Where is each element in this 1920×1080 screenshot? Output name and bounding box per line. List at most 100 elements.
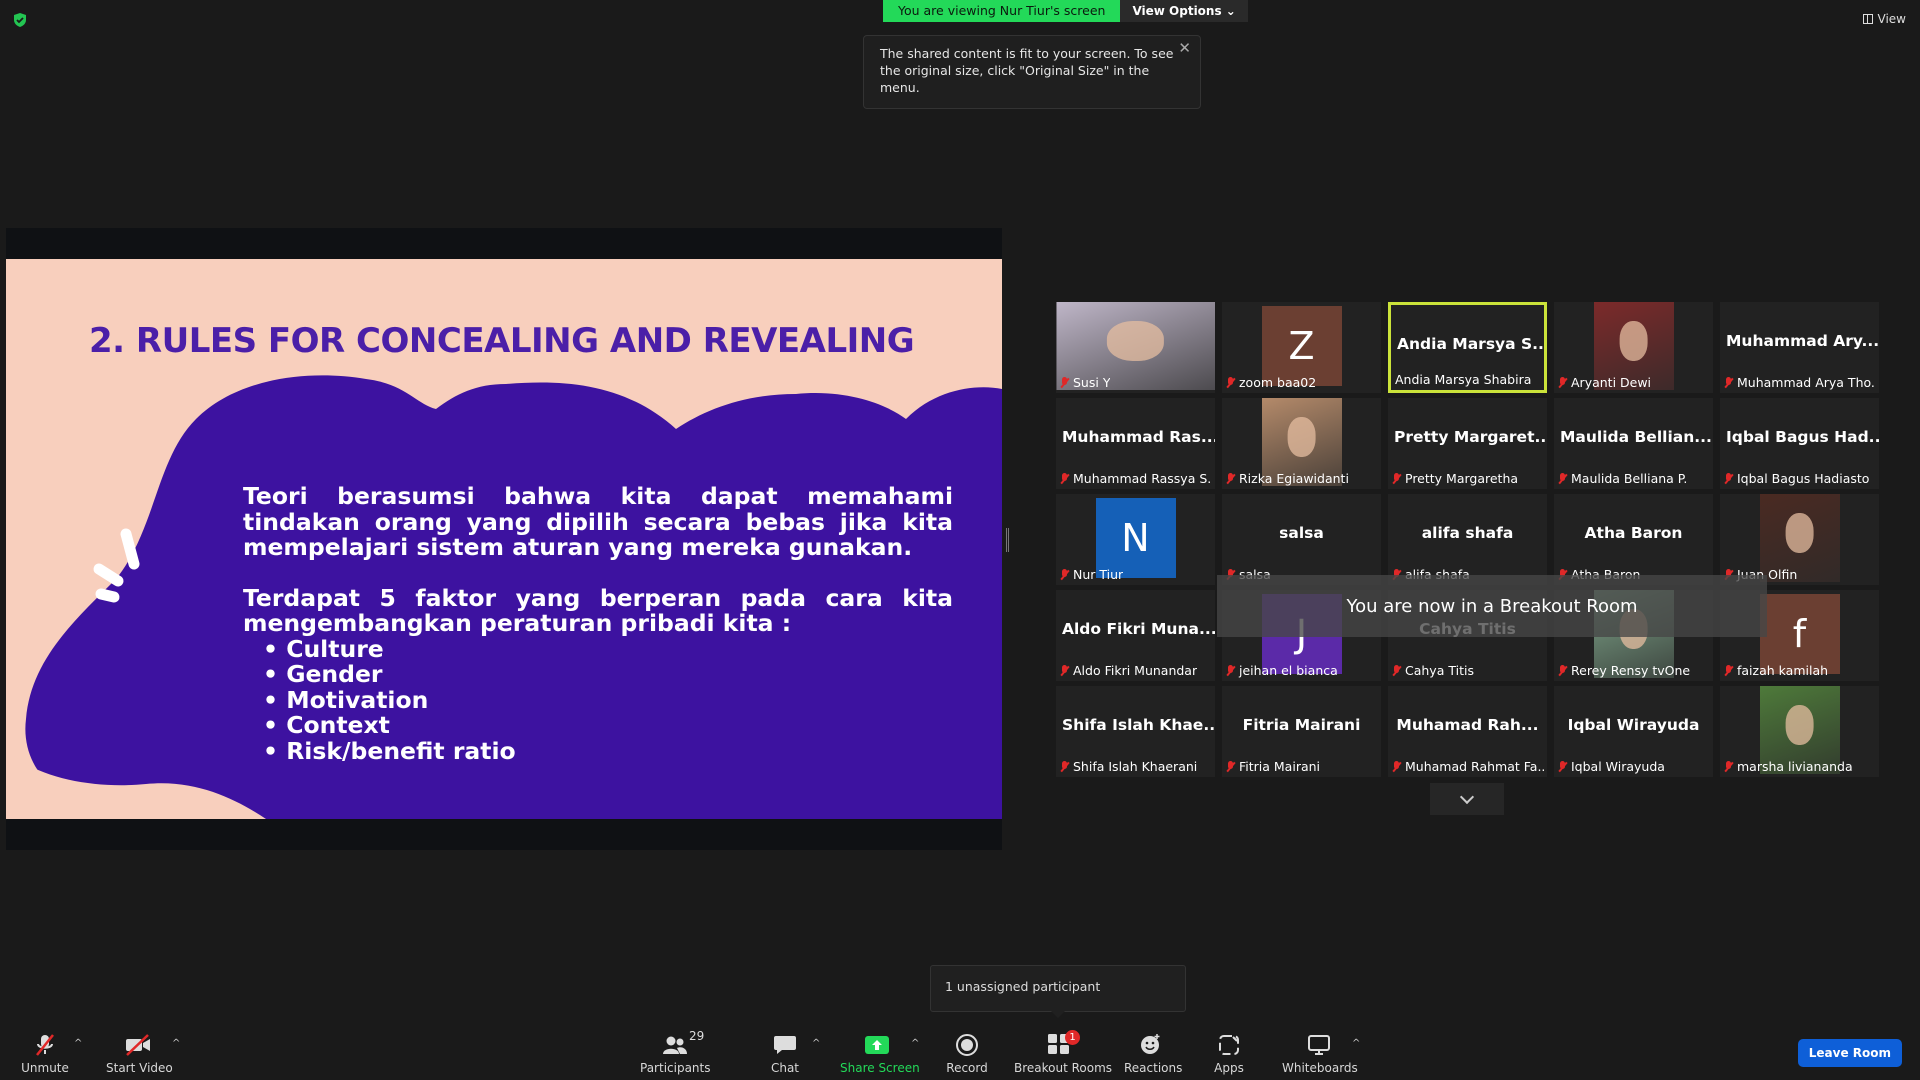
participant-tile[interactable]: Aldo Fikri Muna... Aldo Fikri Munandar: [1056, 590, 1215, 681]
breakout-rooms-button[interactable]: 1 Breakout Rooms: [1014, 1029, 1113, 1075]
participant-tile[interactable]: Muhamad Rah... Muhamad Rahmat Fa...: [1388, 686, 1547, 777]
gallery-next-page-button[interactable]: [1430, 783, 1504, 815]
participant-face: [1106, 321, 1165, 361]
slide-body: Teori berasumsi bahwa kita dapat memaham…: [243, 482, 953, 765]
video-options-caret-icon[interactable]: ^: [172, 1038, 180, 1049]
leave-room-button[interactable]: Leave Room: [1797, 1039, 1902, 1067]
participant-tile[interactable]: Muhammad Ary... Muhammad Arya Tho...: [1720, 302, 1879, 393]
participant-tile[interactable]: Rizka Egiawidanti: [1222, 398, 1381, 489]
participant-name-tag: Aldo Fikri Munandar: [1060, 663, 1197, 678]
start-video-button[interactable]: Start Video: [106, 1032, 173, 1075]
participant-tile[interactable]: Aryanti Dewi: [1554, 302, 1713, 393]
participant-name: Iqbal Wirayuda: [1571, 759, 1665, 774]
participant-tile[interactable]: Andia Marsya S... Andia Marsya Shabira: [1388, 302, 1547, 393]
participants-count: 29: [689, 1029, 705, 1043]
view-button-label: View: [1877, 12, 1906, 26]
muted-mic-icon: [1226, 376, 1235, 389]
participant-tile[interactable]: alifa shafaalifa shafa: [1388, 494, 1547, 585]
muted-mic-icon: [1392, 472, 1401, 485]
muted-mic-icon: [1724, 664, 1733, 677]
encryption-shield-icon[interactable]: [12, 12, 28, 28]
unmute-label: Unmute: [21, 1061, 69, 1075]
split-view-resize-handle[interactable]: [1006, 528, 1009, 552]
chevron-down-icon: [1459, 789, 1475, 804]
participant-display-name: Shifa Islah Khae...: [1062, 716, 1215, 734]
apps-button[interactable]: Apps: [1213, 1032, 1245, 1075]
whiteboards-button[interactable]: Whiteboards: [1282, 1032, 1358, 1075]
slide-paragraph-1: Teori berasumsi bahwa kita dapat memaham…: [243, 482, 953, 561]
participant-name: Fitria Mairani: [1239, 759, 1321, 774]
participant-name: Muhammad Rassya S...: [1073, 471, 1212, 486]
participant-tile[interactable]: Susi Y: [1056, 302, 1215, 393]
record-button[interactable]: Record: [945, 1032, 989, 1075]
muted-mic-icon: [1226, 472, 1235, 485]
slide-paragraph-2: Terdapat 5 faktor yang berperan pada car…: [243, 583, 953, 637]
meeting-toolbar: Unmute ^ Start Video ^ 29 Participants C…: [0, 1020, 1920, 1080]
breakout-rooms-label: Breakout Rooms: [1014, 1061, 1113, 1075]
participants-label: Participants: [640, 1061, 711, 1075]
screen-share-banner: You are viewing Nur Tiur's screen View O…: [883, 0, 1248, 22]
participant-face: [1619, 321, 1648, 361]
audio-options-caret-icon[interactable]: ^: [74, 1038, 82, 1049]
participant-display-name: Andia Marsya S...: [1397, 335, 1544, 353]
chat-button[interactable]: Chat: [765, 1032, 805, 1075]
participant-display-name: Muhamad Rah...: [1396, 716, 1539, 734]
muted-mic-icon: [1558, 760, 1567, 773]
participant-tile[interactable]: Atha BaronAtha Baron: [1554, 494, 1713, 585]
slide-title: 2. RULES FOR CONCEALING AND REVEALING: [89, 321, 915, 361]
record-label: Record: [946, 1061, 988, 1075]
view-button[interactable]: View: [1862, 12, 1906, 26]
participant-name: jeihan el bianca: [1239, 663, 1338, 678]
participant-display-name: Atha Baron: [1584, 524, 1683, 542]
participant-tile[interactable]: Shifa Islah Khae... Shifa Islah Khaerani: [1056, 686, 1215, 777]
close-icon[interactable]: ✕: [1178, 40, 1191, 57]
participant-name-tag: Rerey Rensy tvOne: [1558, 663, 1690, 678]
video-off-icon: [126, 1034, 150, 1056]
avatar: N: [1095, 498, 1176, 578]
participant-display-name: salsa: [1279, 524, 1324, 542]
participant-name-tag: Muhamad Rahmat Fa...: [1392, 759, 1544, 774]
whiteboards-label: Whiteboards: [1282, 1061, 1358, 1075]
participant-name: Nur Tiur: [1073, 567, 1124, 582]
muted-mic-icon: [1724, 376, 1733, 389]
breakout-rooms-badge: 1: [1065, 1029, 1080, 1045]
share-options-caret-icon[interactable]: ^: [911, 1038, 919, 1049]
participant-tile[interactable]: Juan Olfin: [1720, 494, 1879, 585]
participant-tile[interactable]: salsasalsa: [1222, 494, 1381, 585]
participant-tile[interactable]: Pretty Margaret... Pretty Margaretha: [1388, 398, 1547, 489]
unmute-button[interactable]: Unmute: [20, 1032, 70, 1075]
viewing-screen-label: You are viewing Nur Tiur's screen: [883, 0, 1121, 22]
participant-tile[interactable]: Iqbal Wirayuda Iqbal Wirayuda: [1554, 686, 1713, 777]
participant-tile[interactable]: Maulida Bellian... Maulida Belliana P.: [1554, 398, 1713, 489]
participant-tile[interactable]: Zzoom baa02: [1222, 302, 1381, 393]
participant-name-tag: Fitria Mairani: [1226, 759, 1320, 774]
participant-tile[interactable]: marsha livianandа: [1720, 686, 1879, 777]
avatar: Z: [1261, 306, 1342, 386]
muted-mic-icon: [1392, 760, 1401, 773]
apps-icon: [1219, 1035, 1239, 1055]
participant-tile[interactable]: Muhammad Ras... Muhammad Rassya S...: [1056, 398, 1215, 489]
participant-name-tag: Susi Y: [1060, 375, 1110, 390]
slide-bullet: Context: [263, 712, 953, 739]
muted-microphone-icon: [36, 1034, 54, 1056]
participant-face: [1287, 417, 1316, 457]
slide-bullet: Risk/benefit ratio: [263, 738, 953, 765]
participant-name: faizah kamilah: [1737, 663, 1829, 678]
participant-name-tag: zoom baa02: [1226, 375, 1316, 390]
share-screen-button[interactable]: Share Screen: [840, 1032, 920, 1075]
fit-to-screen-tooltip: The shared content is fit to your screen…: [863, 35, 1201, 109]
whiteboard-options-caret-icon[interactable]: ^: [1352, 1038, 1360, 1049]
participant-name: Andia Marsya Shabira: [1395, 372, 1532, 387]
reactions-button[interactable]: Reactions: [1124, 1032, 1182, 1075]
participant-tile[interactable]: N Nur Tiur: [1056, 494, 1215, 585]
view-options-button[interactable]: View Options ⌄: [1120, 0, 1248, 22]
participant-name: Rerey Rensy tvOne: [1571, 663, 1691, 678]
chat-options-caret-icon[interactable]: ^: [812, 1038, 820, 1049]
participant-tile[interactable]: Iqbal Bagus Had... Iqbal Bagus Hadiasto: [1720, 398, 1879, 489]
participants-button[interactable]: 29 Participants: [640, 1029, 711, 1075]
start-video-label: Start Video: [106, 1061, 173, 1075]
participant-display-name: Iqbal Wirayuda: [1567, 716, 1700, 734]
participant-name: Muhamad Rahmat Fa...: [1405, 759, 1544, 774]
presentation-slide: 2. RULES FOR CONCEALING AND REVEALING Te…: [6, 259, 1002, 819]
participant-tile[interactable]: Fitria Mairani Fitria Mairani: [1222, 686, 1381, 777]
